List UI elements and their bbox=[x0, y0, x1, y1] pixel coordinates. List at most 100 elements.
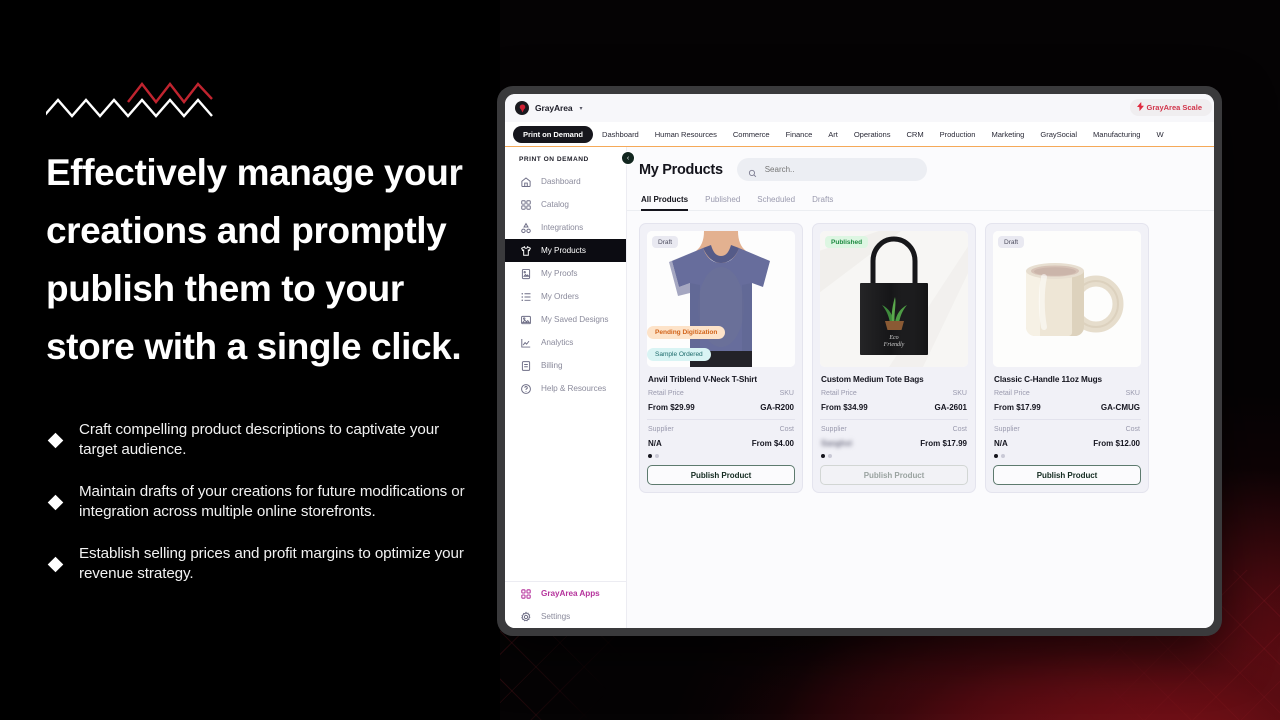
grid-icon bbox=[520, 199, 532, 211]
sidebar-item-label: My Saved Designs bbox=[541, 315, 609, 324]
tab-dashboard[interactable]: Dashboard bbox=[595, 127, 646, 142]
carousel-dot-active[interactable] bbox=[994, 454, 998, 458]
sidebar-item-my-orders[interactable]: My Orders bbox=[505, 285, 626, 308]
my-products-title: My Products bbox=[639, 161, 723, 178]
chevron-down-icon: ▾ bbox=[579, 105, 583, 112]
sidebar-item-my-saved-designs[interactable]: My Saved Designs bbox=[505, 308, 626, 331]
sidebar-item-label: My Proofs bbox=[541, 269, 578, 278]
sidebar-item-catalog[interactable]: Catalog bbox=[505, 193, 626, 216]
sidebar-item-my-proofs[interactable]: My Proofs bbox=[505, 262, 626, 285]
svg-text:Eco: Eco bbox=[888, 335, 898, 341]
list-item-label: Establish selling prices and profit marg… bbox=[79, 545, 464, 582]
brand-switcher[interactable]: GrayArea ▾ bbox=[515, 101, 583, 115]
price-sku-labels: Retail Price SKU bbox=[821, 390, 967, 397]
tab-finance[interactable]: Finance bbox=[779, 127, 820, 142]
publish-product-button[interactable]: Publish Product bbox=[820, 465, 968, 485]
product-card[interactable]: Published Eco Friendly Custom Medium Tot… bbox=[812, 223, 976, 493]
tab-marketing[interactable]: Marketing bbox=[984, 127, 1031, 142]
app-window: GrayArea ▾ GrayArea Scale Print on Deman… bbox=[505, 94, 1214, 628]
chart-line-icon bbox=[520, 337, 532, 349]
search-box[interactable] bbox=[736, 158, 927, 181]
product-grid: Draft Pending Digitization Sample Ordere… bbox=[627, 211, 1214, 493]
pending-digitization-chip-wrap: Pending Digitization bbox=[647, 321, 726, 339]
pending-digitization-chip: Pending Digitization bbox=[647, 326, 726, 339]
tab-print-on-demand[interactable]: Print on Demand bbox=[513, 125, 594, 143]
tab-commerce[interactable]: Commerce bbox=[726, 127, 777, 142]
tab-manufacturing[interactable]: Manufacturing bbox=[1086, 127, 1147, 142]
price-sku-values: From $17.99 GA-CMUG bbox=[994, 403, 1140, 412]
carousel-dot-active[interactable] bbox=[821, 454, 825, 458]
product-card[interactable]: Draft bbox=[985, 223, 1149, 493]
app-topbar: GrayArea ▾ GrayArea Scale bbox=[505, 94, 1214, 122]
tab-drafts[interactable]: Drafts bbox=[812, 191, 833, 210]
bolt-icon bbox=[1136, 102, 1144, 113]
sidebar-item-my-products[interactable]: My Products bbox=[505, 239, 626, 262]
tab-overflow[interactable]: W bbox=[1149, 127, 1170, 142]
retail-price-value: From $34.99 bbox=[821, 403, 868, 412]
grayarea-scale-badge[interactable]: GrayArea Scale bbox=[1129, 99, 1212, 116]
retail-price-label: Retail Price bbox=[994, 390, 1030, 397]
sidebar-heading: PRINT ON DEMAND bbox=[519, 156, 589, 163]
main-content: My Products All Products Published Sched… bbox=[627, 147, 1214, 628]
sidebar-item-integrations[interactable]: Integrations bbox=[505, 216, 626, 239]
product-thumbnail[interactable]: Draft bbox=[647, 231, 795, 367]
publish-product-button[interactable]: Publish Product bbox=[993, 465, 1141, 485]
apps-grid-icon bbox=[520, 588, 532, 600]
sku-label: SKU bbox=[779, 390, 794, 397]
tote-bag-photo: Eco Friendly bbox=[820, 231, 968, 367]
tab-scheduled[interactable]: Scheduled bbox=[757, 191, 795, 210]
sidebar-item-analytics[interactable]: Analytics bbox=[505, 331, 626, 354]
tab-graysocial[interactable]: GraySocial bbox=[1033, 127, 1084, 142]
tab-crm[interactable]: CRM bbox=[899, 127, 930, 142]
sidebar-item-label: Integrations bbox=[541, 223, 584, 232]
sidebar-item-settings[interactable]: Settings bbox=[505, 605, 626, 628]
tab-art[interactable]: Art bbox=[821, 127, 845, 142]
carousel-dots[interactable] bbox=[648, 454, 794, 458]
list-item-label: Maintain drafts of your creations for fu… bbox=[79, 483, 465, 520]
publish-product-button[interactable]: Publish Product bbox=[647, 465, 795, 485]
retail-price-value: From $17.99 bbox=[994, 403, 1041, 412]
document-image-icon bbox=[520, 268, 532, 280]
sample-ordered-chip-wrap: Sample Ordered bbox=[647, 343, 711, 361]
search-input[interactable] bbox=[764, 165, 916, 174]
slide-copy-panel: Effectively manage your creations and pr… bbox=[0, 0, 500, 720]
carousel-dots[interactable] bbox=[821, 454, 967, 458]
sidebar-collapse-button[interactable]: ‹ bbox=[621, 151, 635, 165]
diamond-bullet-icon bbox=[47, 494, 64, 510]
sidebar-item-dashboard[interactable]: Dashboard bbox=[505, 170, 626, 193]
product-thumbnail[interactable]: Draft bbox=[993, 231, 1141, 367]
tab-operations[interactable]: Operations bbox=[847, 127, 898, 142]
price-sku-values: From $29.99 GA-R200 bbox=[648, 403, 794, 412]
carousel-dot[interactable] bbox=[655, 454, 659, 458]
cost-label: Cost bbox=[1125, 426, 1140, 433]
cost-value: From $12.00 bbox=[1093, 439, 1140, 448]
list-icon bbox=[520, 291, 532, 303]
product-thumbnail[interactable]: Published Eco Friendly bbox=[820, 231, 968, 367]
brand-name-label: GrayArea bbox=[535, 103, 573, 113]
supplier-value: Sanghvi bbox=[821, 439, 853, 448]
sku-value: GA-CMUG bbox=[1100, 403, 1140, 412]
product-card[interactable]: Draft bbox=[639, 223, 803, 493]
product-title: Classic C-Handle 11oz Mugs bbox=[994, 375, 1102, 384]
carousel-dot-active[interactable] bbox=[648, 454, 652, 458]
mug-photo bbox=[993, 231, 1141, 367]
tab-human-resources[interactable]: Human Resources bbox=[648, 127, 724, 142]
image-icon bbox=[520, 314, 532, 326]
carousel-dots[interactable] bbox=[994, 454, 1140, 458]
sidebar-item-help-resources[interactable]: Help & Resources bbox=[505, 377, 626, 400]
tab-all-products[interactable]: All Products bbox=[641, 191, 689, 211]
carousel-dot[interactable] bbox=[828, 454, 832, 458]
sidebar-item-label: My Orders bbox=[541, 292, 579, 301]
tab-production[interactable]: Production bbox=[933, 127, 983, 142]
sidebar-item-billing[interactable]: Billing bbox=[505, 354, 626, 377]
supplier-cost-labels: Supplier Cost bbox=[994, 426, 1140, 433]
sidebar-item-label: Help & Resources bbox=[541, 384, 607, 393]
cost-label: Cost bbox=[779, 426, 794, 433]
sidebar-item-label: Catalog bbox=[541, 200, 569, 209]
sidebar-item-grayarea-apps[interactable]: GrayArea Apps bbox=[505, 582, 626, 605]
carousel-dot[interactable] bbox=[1001, 454, 1005, 458]
tab-published[interactable]: Published bbox=[705, 191, 740, 210]
app-nav-tabs: Print on Demand Dashboard Human Resource… bbox=[505, 122, 1214, 147]
sku-label: SKU bbox=[952, 390, 967, 397]
sidebar: ‹ PRINT ON DEMAND Dashboard Catalog Inte… bbox=[505, 147, 635, 628]
